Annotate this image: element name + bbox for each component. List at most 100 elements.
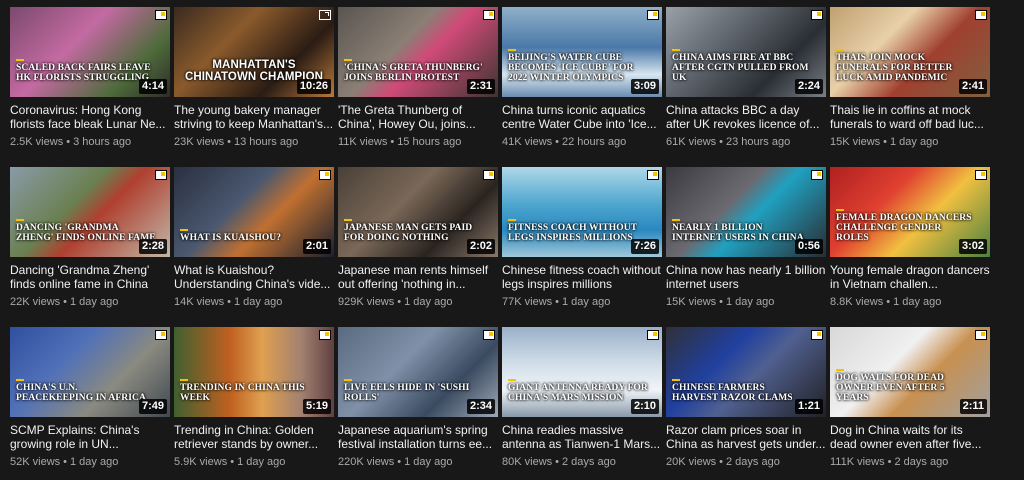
video-card[interactable]: China's U.N. peacekeeping in Africa 7:49…: [10, 327, 170, 470]
upload-age: 22 hours ago: [562, 136, 627, 148]
video-card[interactable]: China aims fire at BBC after CGTN pulled…: [666, 7, 826, 150]
upload-age: 2 days ago: [562, 456, 616, 468]
thumbnail-caption-text: Scaled back fairs leave HK florists stru…: [16, 63, 151, 83]
meta-separator: •: [719, 136, 723, 148]
video-thumbnail[interactable]: Scaled back fairs leave HK florists stru…: [10, 7, 170, 97]
thumbnail-caption: Giant antenna ready for China's Mars mis…: [508, 379, 648, 403]
duration-badge: 1:21: [794, 399, 823, 414]
upload-age: 1 day ago: [404, 296, 453, 308]
meta-separator: •: [63, 296, 67, 308]
video-title[interactable]: Dog in China waits for its dead owner ev…: [830, 423, 990, 451]
video-meta: 80K views • 2 days ago: [502, 456, 662, 469]
video-thumbnail[interactable]: China's U.N. peacekeeping in Africa 7:49: [10, 327, 170, 417]
meta-separator: •: [66, 136, 71, 148]
video-meta: 11K views • 15 hours ago: [338, 136, 498, 149]
video-card[interactable]: Thais join mock funerals for better luck…: [830, 7, 990, 150]
video-card[interactable]: Live eels hide in 'sushi rolls' 2:34 Jap…: [338, 327, 498, 470]
scmp-logo-icon: [319, 330, 331, 340]
caption-accent: [16, 379, 24, 381]
video-card[interactable]: Giant antenna ready for China's Mars mis…: [502, 327, 662, 470]
scmp-logo-icon: [975, 170, 987, 180]
video-thumbnail[interactable]: What is Kuaishou? 2:01: [174, 167, 334, 257]
video-title[interactable]: China attacks BBC a day after UK revokes…: [666, 103, 826, 131]
video-title[interactable]: Dancing 'Grandma Zheng' finds online fam…: [10, 263, 170, 291]
thumbnail-caption: Fitness coach without legs inspires mill…: [508, 219, 648, 243]
thumbnail-caption-text: Dog waits for dead owner even after 5 ye…: [836, 373, 945, 403]
video-title[interactable]: Young female dragon dancers in Vietnam c…: [830, 263, 990, 291]
video-card[interactable]: Japanese man gets paid for doing nothing…: [338, 167, 498, 310]
video-thumbnail[interactable]: China aims fire at BBC after CGTN pulled…: [666, 7, 826, 97]
view-count: 77K views: [502, 296, 553, 308]
video-thumbnail[interactable]: Giant antenna ready for China's Mars mis…: [502, 327, 662, 417]
video-card[interactable]: What is Kuaishou? 2:01 What is Kuaishou?…: [174, 167, 334, 310]
video-thumbnail[interactable]: Japanese man gets paid for doing nothing…: [338, 167, 498, 257]
video-card[interactable]: Nearly 1 billion internet users in China…: [666, 167, 826, 310]
meta-separator: •: [63, 456, 67, 468]
duration-badge: 7:49: [138, 399, 167, 414]
video-card[interactable]: 'China's Greta Thunberg' joins Berlin pr…: [338, 7, 498, 150]
scmp-logo-icon: [155, 10, 167, 20]
video-title[interactable]: Japanese man rents himself out offering …: [338, 263, 498, 291]
video-card[interactable]: Chinese farmers harvest razor clams 1:21…: [666, 327, 826, 470]
thumbnail-caption: Beijing's Water Cube becomes 'Ice Cube' …: [508, 49, 648, 83]
video-thumbnail[interactable]: Live eels hide in 'sushi rolls' 2:34: [338, 327, 498, 417]
video-thumbnail[interactable]: Dancing 'Grandma Zheng' finds online fam…: [10, 167, 170, 257]
video-thumbnail[interactable]: Manhattan's Chinatown Champion 10:26: [174, 7, 334, 97]
view-count: 41K views: [502, 136, 553, 148]
meta-separator: •: [555, 456, 559, 468]
video-card[interactable]: Dancing 'Grandma Zheng' finds online fam…: [10, 167, 170, 310]
video-card[interactable]: Dog waits for dead owner even after 5 ye…: [830, 327, 990, 470]
duration-badge: 2:41: [958, 79, 987, 94]
video-card[interactable]: Scaled back fairs leave HK florists stru…: [10, 7, 170, 150]
upload-age: 1 day ago: [726, 296, 775, 308]
video-title[interactable]: Thais lie in coffins at mock funerals to…: [830, 103, 990, 131]
video-title[interactable]: 'The Greta Thunberg of China', Howey Ou,…: [338, 103, 498, 131]
video-title[interactable]: Trending in China: Golden retriever stan…: [174, 423, 334, 451]
video-card[interactable]: Fitness coach without legs inspires mill…: [502, 167, 662, 310]
caption-accent: [16, 59, 24, 61]
video-title[interactable]: Coronavirus: Hong Kong florists face ble…: [10, 103, 170, 131]
upload-age: 1 day ago: [237, 456, 286, 468]
video-card[interactable]: Beijing's Water Cube becomes 'Ice Cube' …: [502, 7, 662, 150]
video-card[interactable]: Trending in China this week 5:19 Trendin…: [174, 327, 334, 470]
meta-separator: •: [230, 456, 235, 468]
video-title[interactable]: The young bakery manager striving to kee…: [174, 103, 334, 131]
video-meta: 22K views • 1 day ago: [10, 296, 170, 309]
scmp-logo-icon: [155, 170, 167, 180]
video-thumbnail[interactable]: Beijing's Water Cube becomes 'Ice Cube' …: [502, 7, 662, 97]
video-title[interactable]: China readies massive antenna as Tianwen…: [502, 423, 662, 451]
video-card[interactable]: Manhattan's Chinatown Champion 10:26 The…: [174, 7, 334, 150]
duration-badge: 7:26: [630, 239, 659, 254]
meta-separator: •: [883, 136, 887, 148]
video-thumbnail[interactable]: Nearly 1 billion internet users in China…: [666, 167, 826, 257]
video-thumbnail[interactable]: Chinese farmers harvest razor clams 1:21: [666, 327, 826, 417]
upload-age: 23 hours ago: [726, 136, 791, 148]
video-title[interactable]: Razor clam prices soar in China as harve…: [666, 423, 826, 451]
duration-badge: 0:56: [794, 239, 823, 254]
caption-accent: [180, 379, 188, 381]
video-title[interactable]: Chinese fitness coach without legs inspi…: [502, 263, 662, 291]
video-thumbnail[interactable]: Dog waits for dead owner even after 5 ye…: [830, 327, 990, 417]
scmp-logo-icon: [811, 330, 823, 340]
duration-badge: 2:02: [466, 239, 495, 254]
video-thumbnail[interactable]: 'China's Greta Thunberg' joins Berlin pr…: [338, 7, 498, 97]
thumbnail-caption: Thais join mock funerals for better luck…: [836, 49, 976, 83]
scmp-logo-icon: [483, 10, 495, 20]
video-thumbnail[interactable]: Female dragon dancers challenge gender r…: [830, 167, 990, 257]
thumbnail-caption: Live eels hide in 'sushi rolls': [344, 379, 484, 403]
video-thumbnail[interactable]: Thais join mock funerals for better luck…: [830, 7, 990, 97]
video-title[interactable]: SCMP Explains: China's growing role in U…: [10, 423, 170, 451]
meta-separator: •: [886, 296, 891, 308]
video-title[interactable]: China now has nearly 1 billion internet …: [666, 263, 826, 291]
view-count: 8.8K views: [830, 296, 884, 308]
video-thumbnail[interactable]: Fitness coach without legs inspires mill…: [502, 167, 662, 257]
view-count: 15K views: [666, 296, 717, 308]
video-title[interactable]: China turns iconic aquatics centre Water…: [502, 103, 662, 131]
video-title[interactable]: What is Kuaishou? Understanding China's …: [174, 263, 334, 291]
view-count: 61K views: [666, 136, 717, 148]
video-card[interactable]: Female dragon dancers challenge gender r…: [830, 167, 990, 310]
meta-separator: •: [719, 456, 723, 468]
video-title[interactable]: Japanese aquarium's spring festival inst…: [338, 423, 498, 451]
video-thumbnail[interactable]: Trending in China this week 5:19: [174, 327, 334, 417]
duration-badge: 2:01: [302, 239, 331, 254]
